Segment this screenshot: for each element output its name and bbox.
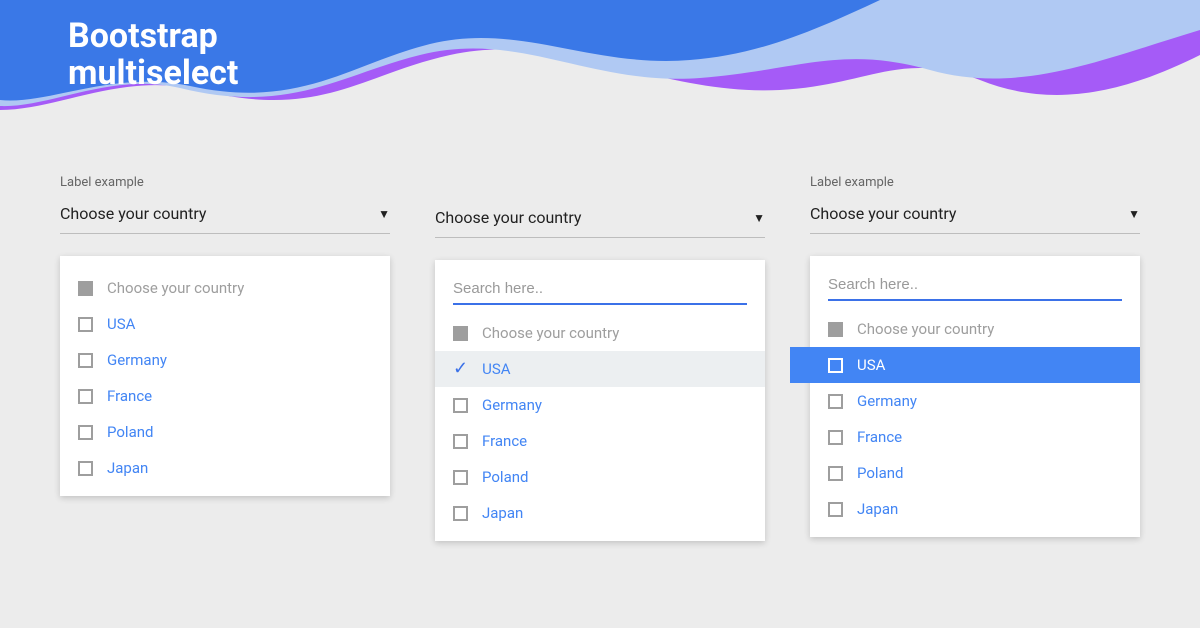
- option-france[interactable]: France: [60, 378, 390, 414]
- checkbox-icon: [78, 317, 93, 332]
- select-trigger[interactable]: Choose your country ▼: [810, 196, 1140, 234]
- select-trigger-text: Choose your country: [435, 208, 582, 227]
- option-label: USA: [857, 356, 885, 374]
- option-label: Poland: [482, 468, 528, 486]
- select-trigger-text: Choose your country: [810, 204, 957, 223]
- multiselect-panel-2: Choose your country ▼ Choose your countr…: [435, 175, 765, 541]
- option-poland[interactable]: Poland: [435, 459, 765, 495]
- option-japan[interactable]: Japan: [435, 495, 765, 531]
- select-trigger[interactable]: Choose your country ▼: [435, 200, 765, 238]
- checkbox-icon: [828, 358, 843, 373]
- option-label: France: [107, 387, 152, 405]
- field-label: Label example: [810, 175, 1140, 190]
- option-label: USA: [107, 315, 135, 333]
- dropdown-panel: Choose your country ✓ USA Germany France…: [435, 260, 765, 541]
- option-germany[interactable]: Germany: [60, 342, 390, 378]
- title-line-1: Bootstrap: [68, 18, 238, 55]
- option-germany[interactable]: Germany: [810, 383, 1140, 419]
- option-japan[interactable]: Japan: [60, 450, 390, 486]
- checkbox-icon: [828, 430, 843, 445]
- checkbox-icon: [78, 425, 93, 440]
- checkbox-icon: [453, 506, 468, 521]
- multiselect-panel-1: Label example Choose your country ▼ Choo…: [60, 175, 390, 541]
- option-usa[interactable]: ✓ USA: [435, 351, 765, 387]
- title-line-2: multiselect: [68, 55, 238, 92]
- option-label: Choose your country: [857, 320, 994, 338]
- checkbox-icon: [453, 326, 468, 341]
- option-usa[interactable]: USA: [60, 306, 390, 342]
- option-label: Poland: [107, 423, 153, 441]
- search-input[interactable]: [828, 270, 1122, 301]
- checkbox-icon: [828, 394, 843, 409]
- option-france[interactable]: France: [810, 419, 1140, 455]
- option-label: Choose your country: [482, 324, 619, 342]
- option-label: France: [482, 432, 527, 450]
- option-label: Germany: [482, 396, 542, 414]
- checkbox-icon: [453, 470, 468, 485]
- option-label: USA: [482, 360, 510, 378]
- option-usa[interactable]: USA: [790, 347, 1140, 383]
- dropdown-panel: Choose your country USA Germany France P…: [810, 256, 1140, 537]
- select-trigger[interactable]: Choose your country ▼: [60, 196, 390, 234]
- checkbox-icon: [78, 281, 93, 296]
- page-title: Bootstrap multiselect: [68, 18, 238, 93]
- option-japan[interactable]: Japan: [810, 491, 1140, 527]
- dropdown-panel: Choose your country USA Germany France P…: [60, 256, 390, 496]
- search-input[interactable]: [453, 274, 747, 305]
- check-icon: ✓: [453, 360, 468, 378]
- checkbox-icon: [78, 389, 93, 404]
- option-poland[interactable]: Poland: [810, 455, 1140, 491]
- option-placeholder[interactable]: Choose your country: [60, 270, 390, 306]
- checkbox-icon: [828, 502, 843, 517]
- checkbox-icon: [828, 322, 843, 337]
- option-label: France: [857, 428, 902, 446]
- checkbox-icon: [828, 466, 843, 481]
- option-label: Germany: [857, 392, 917, 410]
- option-label: Germany: [107, 351, 167, 369]
- option-germany[interactable]: Germany: [435, 387, 765, 423]
- field-label: Label example: [60, 175, 390, 190]
- option-france[interactable]: France: [435, 423, 765, 459]
- option-label: Japan: [107, 459, 148, 477]
- caret-down-icon: ▼: [753, 211, 765, 225]
- checkbox-icon: [78, 353, 93, 368]
- option-label: Poland: [857, 464, 903, 482]
- checkbox-icon: [78, 461, 93, 476]
- option-label: Japan: [482, 504, 523, 522]
- option-label: Japan: [857, 500, 898, 518]
- caret-down-icon: ▼: [378, 207, 390, 221]
- checkbox-icon: [453, 398, 468, 413]
- option-placeholder[interactable]: Choose your country: [810, 311, 1140, 347]
- option-placeholder[interactable]: Choose your country: [435, 315, 765, 351]
- multiselect-panel-3: Label example Choose your country ▼ Choo…: [810, 175, 1140, 541]
- caret-down-icon: ▼: [1128, 207, 1140, 221]
- option-poland[interactable]: Poland: [60, 414, 390, 450]
- option-label: Choose your country: [107, 279, 244, 297]
- checkbox-icon: [453, 434, 468, 449]
- select-trigger-text: Choose your country: [60, 204, 207, 223]
